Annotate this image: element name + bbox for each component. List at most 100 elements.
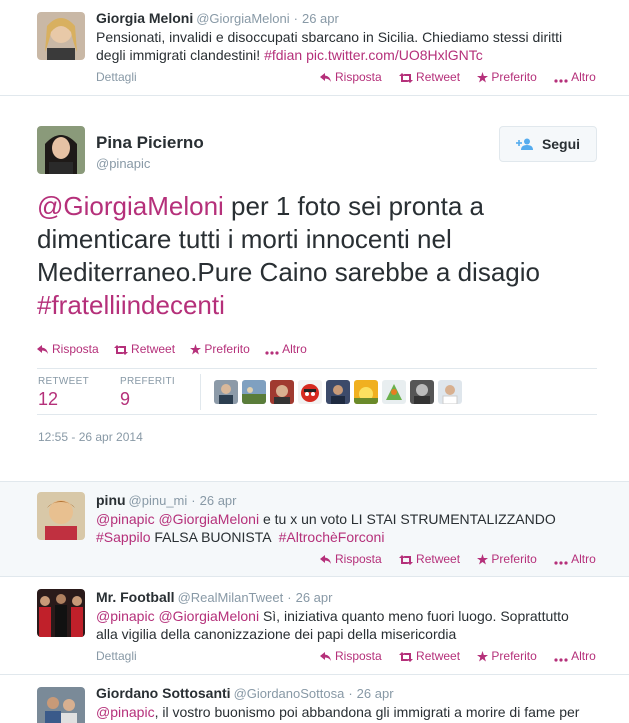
text-fragment: degli immigrati clandestini! — [96, 47, 265, 63]
mention-link[interactable]: @pinapic — [96, 608, 155, 624]
author-handle[interactable]: @pinu_mi — [129, 493, 188, 508]
divider — [37, 414, 597, 415]
avatar[interactable] — [37, 687, 85, 723]
separator-dot: · — [191, 493, 196, 508]
reply-button[interactable]: Risposta — [37, 342, 99, 356]
tweet-text: @pinapic @GiorgiaMeloni e tu x un voto L… — [96, 510, 616, 546]
star-icon — [477, 554, 489, 565]
avatar[interactable] — [438, 380, 462, 404]
avatar[interactable] — [298, 380, 322, 404]
avatar[interactable] — [37, 589, 85, 637]
mention-link[interactable]: @GiorgiaMeloni — [158, 511, 259, 527]
retweet-button[interactable]: Retweet — [399, 552, 460, 566]
avatar[interactable] — [37, 492, 85, 540]
avatar[interactable] — [354, 380, 378, 404]
avatar[interactable] — [270, 380, 294, 404]
more-button[interactable]: Altro — [265, 342, 307, 356]
tweet-text-line: #Sappilo FALSA BUONISTA #AltrochèForconi — [96, 528, 616, 546]
retweets-count[interactable]: 12 — [38, 389, 58, 410]
retweet-button[interactable]: Retweet — [399, 70, 460, 84]
avatar[interactable] — [326, 380, 350, 404]
tweet-time[interactable]: 26 apr — [302, 11, 339, 26]
star-icon — [477, 651, 489, 662]
favorite-button[interactable]: Preferito — [190, 342, 250, 356]
hashtag-link[interactable]: #AltrochèForconi — [279, 529, 385, 545]
mention-link[interactable]: @pinapic — [96, 511, 155, 527]
follow-label: Segui — [541, 136, 581, 152]
tweet-time[interactable]: 26 apr — [200, 493, 237, 508]
avatar[interactable] — [410, 380, 434, 404]
hashtag-link[interactable]: #Sappilo — [96, 529, 151, 545]
author-handle[interactable]: @GiordanoSottosa — [234, 686, 345, 701]
author-handle[interactable]: @pinapic — [96, 156, 204, 171]
more-dots-icon — [265, 351, 279, 355]
hashtag-link[interactable]: #fratelliindecenti — [37, 289, 597, 322]
retweet-button[interactable]: Retweet — [114, 342, 175, 356]
reply-icon — [37, 345, 48, 354]
reply-tweet-pinu[interactable]: pinu @pinu_mi · 26 apr @pinapic @GiorgiaMel… — [0, 482, 629, 577]
more-button[interactable]: Altro — [554, 649, 596, 663]
reply-button[interactable]: Risposta — [320, 649, 382, 663]
reply-tweet-mr-football[interactable]: Mr. Football @RealMilanTweet · 26 apr @pina… — [0, 577, 629, 675]
retweet-label: Retweet — [416, 70, 461, 84]
more-button[interactable]: Altro — [554, 552, 596, 566]
author-name[interactable]: Giorgia Meloni — [96, 10, 193, 26]
tweet-text-line: @pinapic @GiorgiaMeloni e tu x un voto L… — [96, 510, 616, 528]
author-name[interactable]: pinu — [96, 492, 126, 508]
tweet-text: @pinapic, il vostro buonismo poi abbando… — [96, 703, 616, 721]
author-name[interactable]: Pina Picierno — [96, 133, 204, 153]
tweet-text: @GiorgiaMeloni per 1 foto sei pronta a d… — [37, 190, 597, 322]
avatar[interactable] — [382, 380, 406, 404]
favorite-label: Preferito — [491, 552, 537, 566]
more-dots-icon — [554, 658, 568, 662]
more-button[interactable]: Altro — [554, 70, 596, 84]
mention-link[interactable]: @GiorgiaMeloni — [37, 191, 224, 221]
details-link[interactable]: Dettagli — [96, 70, 137, 84]
separator-dot: · — [293, 11, 298, 26]
retweets-stat-label: RETWEET — [38, 376, 89, 387]
more-label: Altro — [282, 342, 307, 356]
avatar[interactable] — [37, 12, 85, 60]
favorite-label: Preferito — [491, 649, 537, 663]
favorite-button[interactable]: Preferito — [477, 649, 537, 663]
tweet-time[interactable]: 26 apr — [357, 686, 394, 701]
retweet-button[interactable]: Retweet — [399, 649, 460, 663]
author-name[interactable]: Mr. Football — [96, 589, 175, 605]
reply-icon — [320, 73, 331, 82]
avatar[interactable] — [242, 380, 266, 404]
favorites-count[interactable]: 9 — [120, 389, 130, 410]
tweet-text-line: @pinapic, il vostro buonismo poi abbando… — [96, 703, 616, 721]
follow-button[interactable]: Segui — [499, 126, 597, 162]
hashtag-link[interactable]: #fdian — [264, 47, 302, 63]
media-link[interactable]: pic.twitter.com/UO8HxlGNTc — [302, 47, 483, 63]
tweet-text: Pensionati, invalidi e disoccupati sbarc… — [96, 28, 616, 64]
more-label: Altro — [571, 649, 596, 663]
mention-link[interactable]: @pinapic — [96, 704, 155, 720]
reply-label: Risposta — [335, 552, 382, 566]
more-label: Altro — [571, 552, 596, 566]
tweet-timestamp[interactable]: 12:55 - 26 apr 2014 — [38, 430, 143, 444]
reply-button[interactable]: Risposta — [320, 552, 382, 566]
tweet-text-line: alla vigilia della canonizzazione dei pa… — [96, 626, 457, 642]
avatar[interactable] — [37, 126, 85, 174]
mention-link[interactable]: @GiorgiaMeloni — [158, 608, 259, 624]
author-name[interactable]: Giordano Sottosanti — [96, 685, 231, 701]
author-handle[interactable]: @GiorgiaMeloni — [196, 11, 289, 26]
tweet-time[interactable]: 26 apr — [296, 590, 333, 605]
tweet-text: @pinapic @GiorgiaMeloni Sì, iniziativa q… — [96, 607, 616, 643]
retweet-icon — [114, 345, 129, 355]
star-icon — [477, 72, 489, 83]
reply-button[interactable]: Risposta — [320, 70, 382, 84]
tweet-text-line: @GiorgiaMeloni per 1 foto sei pronta a — [37, 190, 597, 223]
more-dots-icon — [554, 561, 568, 565]
favorite-button[interactable]: Preferito — [477, 552, 537, 566]
reply-tweet-giordano-sottosanti[interactable]: Giordano Sottosanti @GiordanoSottosa · 26 a… — [0, 675, 629, 723]
tweet-giorgia-meloni[interactable]: Giorgia Meloni @GiorgiaMeloni · 26 apr Pens… — [0, 0, 629, 96]
retweet-label: Retweet — [416, 552, 461, 566]
favorite-label: Preferito — [491, 70, 537, 84]
author-handle[interactable]: @RealMilanTweet — [178, 590, 284, 605]
favorite-button[interactable]: Preferito — [477, 70, 537, 84]
retweet-icon — [399, 73, 414, 83]
avatar[interactable] — [214, 380, 238, 404]
details-link[interactable]: Dettagli — [96, 649, 137, 663]
